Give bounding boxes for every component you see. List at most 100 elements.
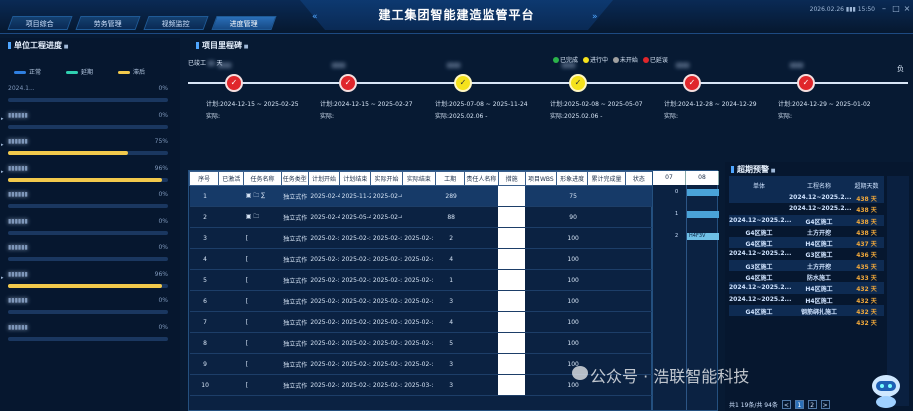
gantt-bar[interactable] <box>686 211 719 218</box>
milestone-plan-date: 计划:2024-12-15 ~ 2025-02-27 <box>320 101 413 108</box>
task-cell-empty <box>587 332 626 354</box>
expand-arrow-icon[interactable]: ▸ <box>1 275 4 281</box>
task-column-header[interactable]: 计划结束 <box>339 171 372 186</box>
tab-video-monitoring[interactable]: 视频监控 <box>143 16 209 30</box>
table-row[interactable]: 2024.12~2025.2... 438 天 <box>729 203 884 214</box>
task-column-header[interactable]: 形象进度 <box>555 171 589 186</box>
task-cell-duration: 3 <box>435 374 465 396</box>
table-row[interactable]: 2024.12~2025.2... G3区施工 436 天 <box>729 248 884 259</box>
task-cell-no: 7 <box>189 311 219 333</box>
chevron-right-icon[interactable]: » <box>592 12 598 22</box>
task-column-header[interactable]: 已激活 <box>218 171 245 186</box>
page-2-button[interactable]: 2 <box>807 400 817 409</box>
maximize-icon[interactable]: □ <box>892 5 900 13</box>
task-cell-empty <box>587 227 626 249</box>
tab-project-overview[interactable]: 项目综合 <box>7 16 73 30</box>
table-row[interactable]: 5[独立式作 2025-02-: 2025-02-: 2025-02-: 2025-02… <box>189 269 653 291</box>
task-cell-name: ▣ 🗀 ∑ <box>243 185 282 207</box>
task-column-header[interactable]: 任务类型 <box>280 171 309 186</box>
unit-progress-fill <box>8 283 162 288</box>
milestone-name-obscured: ▮▮▮▮ <box>790 62 804 69</box>
table-row[interactable]: 2 ▣ 🗀 独立式作 2025-02-4 2025-05-4 2025-02-4 88 90 <box>189 206 653 228</box>
task-column-header[interactable]: 实际结束 <box>401 171 437 186</box>
chevron-left-icon[interactable]: « <box>312 12 318 22</box>
table-row[interactable]: 3[独立式作 2025-02-: 2025-02-: 2025-02-: 2025-02… <box>189 227 653 249</box>
next-page-button[interactable]: > <box>820 400 830 409</box>
table-row[interactable]: 7[独立式作 2025-02-: 2025-02-: 2025-02-: 2025-02… <box>189 311 653 333</box>
milestone-status-icon[interactable]: ✓ <box>685 76 699 90</box>
expand-arrow-icon[interactable]: ▸ <box>1 169 4 175</box>
tab-progress-management[interactable]: 进度管理 <box>211 16 277 30</box>
prev-page-button[interactable]: < <box>781 400 791 409</box>
milestone-status-icon[interactable]: ✓ <box>799 76 813 90</box>
table-row[interactable]: 2024.12~2025.2... 438 天 <box>729 192 884 204</box>
gantt-bar[interactable] <box>686 189 719 196</box>
unit-progress-item[interactable]: ▮▮▮▮▮▮ 96% <box>8 271 168 288</box>
task-cell-progress: 100 <box>556 248 588 270</box>
table-row[interactable]: G4区施工 钢筋绑扎施工 432 天 <box>729 304 884 317</box>
task-column-header[interactable]: 状态 <box>624 171 654 186</box>
table-row[interactable]: 4[独立式作 2025-02-: 2025-02-: 2025-02-: 2025-02… <box>189 248 653 270</box>
task-cell-name: [ <box>243 227 282 249</box>
task-cell-plan-start: 2025-02-4 <box>308 206 340 228</box>
task-column-header[interactable]: 实际开始 <box>370 171 403 186</box>
task-column-header[interactable]: 责任人名称 <box>464 171 499 186</box>
task-cell-act-start: 2025-02-4 <box>370 185 403 207</box>
task-cell-no: 2 <box>189 206 219 228</box>
task-column-header[interactable]: 措施 <box>497 171 526 186</box>
task-column-header[interactable]: 工期 <box>435 171 466 186</box>
table-row[interactable]: G3区施工 土方开挖 435 天 <box>729 259 884 272</box>
close-icon[interactable]: × <box>903 5 911 13</box>
gantt-bar-label: H4F3V <box>689 233 706 239</box>
milestone-actual-date: 实际: <box>206 113 221 120</box>
milestone-status-icon[interactable]: ✓ <box>341 76 355 90</box>
expand-arrow-icon[interactable]: ▸ <box>1 116 4 122</box>
table-row[interactable]: G4区施工 土方开挖 438 天 <box>729 226 884 237</box>
milestone-plan-date: 计划:2024-12-15 ~ 2025-02-25 <box>206 101 299 108</box>
milestone-status-icon[interactable]: ✓ <box>227 76 241 90</box>
unit-progress-item[interactable]: ▮▮▮▮▮▮ 96% <box>8 165 168 182</box>
status-delayed-dot <box>642 57 649 63</box>
unit-progress-item[interactable]: ▮▮▮▮▮▮ 0% <box>8 244 168 261</box>
task-cell-empty <box>625 332 653 354</box>
table-row[interactable]: 8[独立式作 2025-02-: 2025-02-: 2025-02-: 2025-02… <box>189 332 653 354</box>
unit-progress-bar <box>8 310 168 314</box>
task-column-header[interactable]: 项目WBS <box>524 171 557 186</box>
table-row[interactable]: 2024.12~2025.2... G4区施工 438 天 <box>729 214 884 226</box>
table-row[interactable]: G4区施工 防水施工 433 天 <box>729 271 884 282</box>
table-row[interactable]: 2024.12~2025.2... H4区施工 432 天 <box>729 294 884 305</box>
unit-progress-item[interactable]: 2024.1... 0% <box>8 85 168 102</box>
task-cell-empty <box>464 248 499 270</box>
table-row[interactable]: 2024.12~2025.2... H4区施工 432 天 <box>729 282 884 294</box>
table-row[interactable]: 6[独立式作 2025-02-: 2025-02-: 2025-02-: 2025-02… <box>189 290 653 312</box>
tab-labor-management[interactable]: 劳务管理 <box>75 16 141 30</box>
table-row[interactable]: 432 天 <box>729 316 884 327</box>
expand-arrow-icon[interactable]: ▸ <box>1 142 4 148</box>
milestone-status-icon[interactable]: ✓ <box>456 76 470 90</box>
task-column-header[interactable]: 计划开始 <box>307 171 341 186</box>
task-cell-empty <box>525 311 557 333</box>
overdue-project-name: 土方开挖 <box>806 263 831 271</box>
task-cell-no: 9 <box>189 353 219 375</box>
task-cell-act-start: 2025-02-: <box>370 269 403 291</box>
unit-progress-item[interactable]: ▮▮▮▮▮▮ 0% <box>8 324 168 341</box>
task-cell-empty <box>625 206 653 228</box>
task-column-header[interactable]: 累计完成量 <box>587 171 626 186</box>
task-cell-empty <box>587 311 626 333</box>
milestone-name-obscured: ▮▮▮▮ <box>332 62 346 69</box>
minimize-icon[interactable]: – <box>880 5 888 13</box>
milestone-status-icon[interactable]: ✓ <box>571 76 585 90</box>
unit-progress-item[interactable]: ▮▮▮▮▮▮ 0% <box>8 191 168 208</box>
table-row[interactable]: 1 ▣ 🗀 ∑ 独立式作 2025-02-4 2025-11-2 2025-02-4 289… <box>189 185 653 207</box>
task-column-header[interactable]: 任务名称 <box>243 171 282 186</box>
unit-progress-bar <box>8 230 168 235</box>
unit-progress-item[interactable]: ▮▮▮▮▮▮ 0% <box>8 218 168 235</box>
page-1-button[interactable]: 1 <box>794 400 804 409</box>
unit-progress-item[interactable]: ▮▮▮▮▮▮ 0% <box>8 297 168 314</box>
task-cell-empty <box>464 269 499 291</box>
table-row[interactable]: G4区施工 H4区施工 437 天 <box>729 237 884 249</box>
unit-progress-item[interactable]: ▮▮▮▮▮▮ 75% <box>8 138 168 155</box>
unit-progress-item[interactable]: ▮▮▮▮▮▮ 0% <box>8 112 168 129</box>
task-cell-empty <box>587 248 626 270</box>
task-column-header[interactable]: 序号 <box>188 171 220 186</box>
